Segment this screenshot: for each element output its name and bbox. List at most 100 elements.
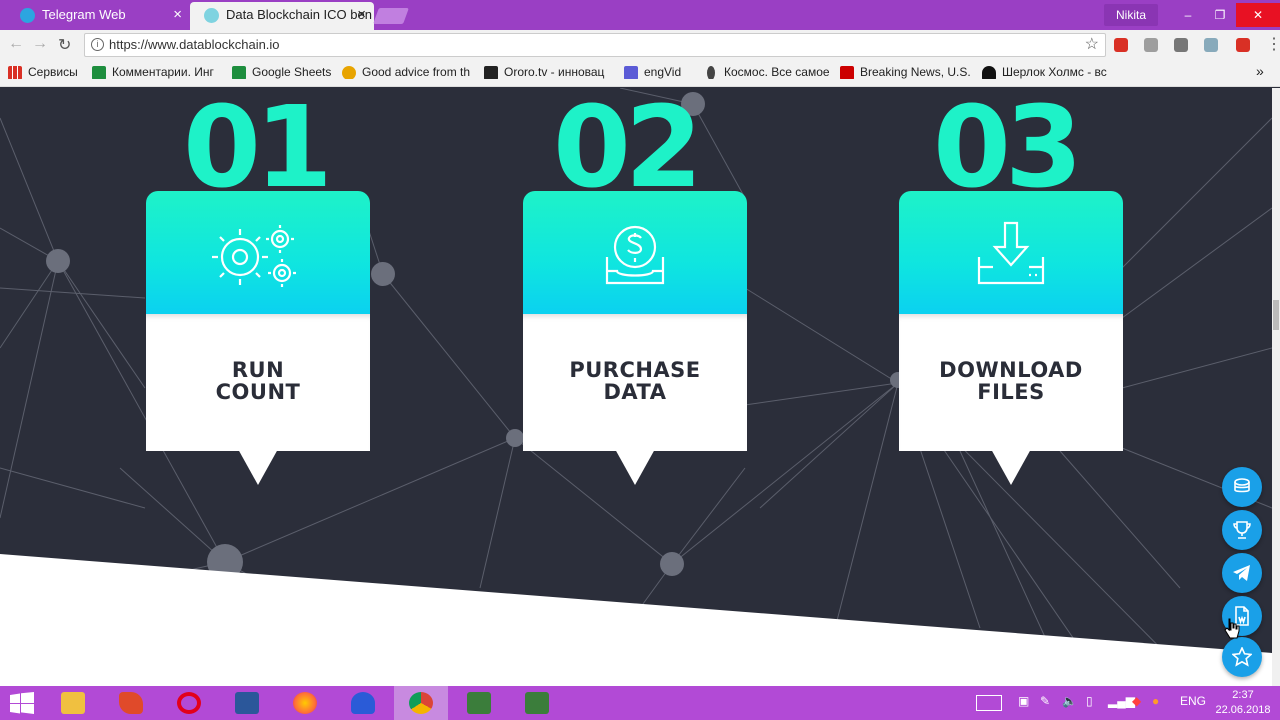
reload-icon[interactable]: ↻ (58, 35, 71, 55)
more-bookmarks-button[interactable]: » (1256, 63, 1264, 79)
trophy-icon (1233, 521, 1251, 539)
address-bar[interactable]: i https://www.datablockchain.io ☆ (84, 33, 1106, 57)
star-icon (1232, 647, 1252, 667)
tab-label: Data Blockchain ICO ben (226, 7, 372, 22)
tab-label: Telegram Web (42, 7, 126, 22)
sheets-icon (92, 66, 106, 79)
back-arrow-icon[interactable]: ← (8, 35, 24, 53)
extension-icon[interactable] (1204, 38, 1218, 52)
step-card-run-count[interactable]: RUN COUNT (146, 191, 370, 485)
gears-icon (212, 225, 296, 287)
bookmark-item[interactable]: Good advice from th (342, 65, 474, 79)
favorite-button[interactable] (1222, 637, 1262, 677)
extension-icon[interactable] (1236, 38, 1250, 52)
telegram-button[interactable] (1222, 553, 1262, 593)
network-icon[interactable]: ▂▄▆ (1108, 694, 1135, 708)
step-label: RUN COUNT (146, 359, 370, 403)
step-label-line: RUN (231, 358, 285, 382)
coins-button[interactable] (1222, 467, 1262, 507)
browser-toolbar: ← → ↻ i https://www.datablockchain.io ☆ … (0, 30, 1280, 60)
taskbar-word[interactable] (220, 686, 274, 720)
pen-icon[interactable]: ✎ (1040, 694, 1050, 708)
word-icon (235, 692, 259, 714)
extension-icon[interactable] (1114, 38, 1128, 52)
new-tab-button[interactable] (373, 8, 409, 24)
profile-button[interactable]: Nikita (1103, 4, 1158, 26)
app-tray-icon[interactable]: ● (1152, 694, 1159, 708)
bookmark-label: Комментарии. Инг (112, 65, 214, 79)
bookmark-item[interactable]: Космос. Все самое (704, 65, 830, 79)
step-number: 02 (553, 88, 703, 213)
language-indicator[interactable]: ENG (1180, 694, 1206, 708)
camtasia-icon (525, 692, 549, 714)
step-label: PURCHASE DATA (523, 359, 747, 403)
step-label-line: FILES (977, 380, 1045, 404)
taskbar-camtasia[interactable] (452, 686, 506, 720)
step-label: DOWNLOAD FILES (899, 359, 1123, 403)
camtasia-icon (467, 692, 491, 714)
chrome-icon (409, 692, 433, 714)
opera-icon (177, 692, 201, 714)
extension-icon[interactable] (1144, 38, 1158, 52)
close-window-button[interactable]: ✕ (1236, 3, 1280, 27)
minimize-button[interactable]: – (1172, 8, 1204, 22)
taskbar-chrome[interactable] (394, 686, 448, 720)
bookmark-apps[interactable]: Сервисы (8, 65, 84, 79)
bookmark-item[interactable]: Комментарии. Инг (92, 65, 222, 79)
tab-close-button[interactable]: × (173, 2, 182, 28)
windows-logo-icon (10, 692, 34, 714)
volume-icon[interactable]: 🔈 (1062, 694, 1077, 708)
card-pointer (238, 449, 278, 485)
forward-arrow-icon[interactable]: → (32, 35, 48, 53)
taskbar-camtasia[interactable] (510, 686, 564, 720)
sherlock-icon (982, 66, 996, 79)
tray-icon[interactable]: ▣ (1018, 694, 1029, 708)
step-card-download-files[interactable]: DOWNLOAD FILES (899, 191, 1123, 485)
restore-button[interactable]: ❐ (1204, 8, 1236, 22)
bookmark-item[interactable]: Google Sheets (232, 65, 336, 79)
tab-telegram[interactable]: Telegram Web × (6, 2, 190, 30)
step-number: 01 (183, 88, 333, 213)
keyboard-icon[interactable] (976, 695, 1002, 711)
antivirus-icon[interactable]: ◆ (1132, 694, 1141, 708)
tab-close-button[interactable]: × (357, 2, 366, 28)
step-label-line: COUNT (215, 380, 301, 404)
card-pointer (991, 449, 1031, 485)
firefox-icon (293, 692, 317, 714)
taskbar-explorer[interactable] (46, 686, 100, 720)
app-icon (119, 692, 143, 714)
ororo-icon (484, 66, 498, 79)
extension-icon[interactable] (1174, 38, 1188, 52)
bookmark-item[interactable]: engVid (624, 65, 694, 79)
bookmark-label: Breaking News, U.S. (860, 65, 970, 79)
app-icon (351, 692, 375, 714)
bookmark-label: Google Sheets (252, 65, 332, 79)
trophy-button[interactable] (1222, 510, 1262, 550)
taskbar-app[interactable] (104, 686, 158, 720)
tab-datablockchain[interactable]: Data Blockchain ICO ben × (190, 2, 374, 30)
page-scrollbar[interactable] (1272, 88, 1280, 686)
bookmark-star-icon[interactable]: ☆ (1085, 34, 1099, 56)
taskbar-app[interactable] (336, 686, 390, 720)
bookmark-label: Good advice from th (362, 65, 471, 79)
bookmark-item[interactable]: Ororo.tv - инновац (484, 65, 614, 79)
mouse-cursor-icon (1224, 618, 1240, 639)
telegram-icon (20, 8, 35, 23)
info-icon[interactable]: i (91, 38, 104, 51)
step-card-purchase-data[interactable]: PURCHASE DATA (523, 191, 747, 485)
url-text: https://www.datablockchain.io (109, 37, 280, 52)
menu-dots-icon[interactable]: ⋮ (1266, 34, 1280, 54)
taskbar-opera[interactable] (162, 686, 216, 720)
telegram-icon (1233, 565, 1250, 581)
scrollbar-thumb[interactable] (1273, 300, 1279, 330)
bookmarks-bar: Сервисы Комментарии. Инг Google Sheets G… (0, 60, 1280, 87)
windows-taskbar: ▣ ✎ 🔈 ▯ ▂▄▆ ◆ ● ENG 2:37 22.06.2018 (0, 686, 1280, 720)
battery-icon[interactable]: ▯ (1086, 694, 1093, 708)
dollar-inbox-icon (605, 225, 665, 285)
taskbar-firefox[interactable] (278, 686, 332, 720)
bookmark-item[interactable]: Breaking News, U.S. (840, 65, 970, 79)
card-pointer (615, 449, 655, 485)
system-clock[interactable]: 2:37 22.06.2018 (1212, 688, 1274, 718)
bookmark-item[interactable]: Шерлок Холмс - вс (982, 65, 1112, 79)
bookmark-label: Ororo.tv - инновац (504, 65, 605, 79)
